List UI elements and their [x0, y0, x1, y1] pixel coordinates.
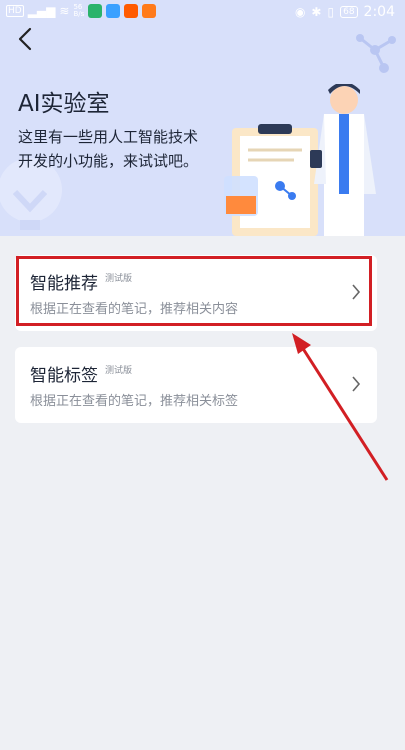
app-icon — [88, 4, 103, 18]
net-speed: 56 B/s — [73, 3, 85, 18]
beta-badge: 测试版 — [105, 366, 133, 376]
vibrate-icon: ▯ — [327, 5, 335, 19]
hd-icon: HD — [6, 5, 24, 17]
page-description: 这里有一些用人工智能技术 开发的小功能，来试试吧。 — [18, 125, 238, 173]
taobao-icon — [124, 4, 139, 18]
smart-recommend-card[interactable]: 智能推荐 测试版 根据正在查看的笔记，推荐相关内容 — [15, 255, 377, 331]
card-description: 根据正在查看的笔记，推荐相关标签 — [30, 394, 239, 409]
status-icons-left: HD ▂▄▆ ≋ 56 B/s — [6, 3, 157, 18]
smart-tag-card[interactable]: 智能标签 测试版 根据正在查看的笔记，推荐相关标签 — [15, 347, 377, 423]
card-description: 根据正在查看的笔记，推荐相关内容 — [30, 302, 239, 317]
wifi-icon: ≋ — [59, 4, 70, 18]
back-arrow-icon[interactable] — [14, 26, 40, 52]
description-line: 开发的小功能，来试试吧。 — [18, 152, 199, 170]
description-line: 这里有一些用人工智能技术 — [18, 128, 199, 146]
status-bar: HD ▂▄▆ ≋ 56 B/s ◉ ✱ ▯ 68 2:04 — [0, 0, 405, 26]
clock: 2:04 — [363, 4, 395, 20]
card-title: 智能推荐 — [30, 274, 98, 294]
app-icon — [106, 4, 121, 18]
play-icon — [142, 4, 157, 18]
card-title: 智能标签 — [30, 366, 98, 386]
scientist-illustration-icon — [224, 84, 376, 236]
page-title: AI实验室 — [18, 91, 110, 117]
status-icons-right: ◉ ✱ ▯ 68 2:04 — [295, 4, 395, 20]
header-banner: HD ▂▄▆ ≋ 56 B/s ◉ ✱ ▯ 68 2:04 AI实验室 这里有一… — [0, 0, 405, 236]
eye-icon: ◉ — [294, 5, 306, 19]
beta-badge: 测试版 — [105, 274, 133, 284]
bluetooth-icon: ✱ — [311, 5, 322, 19]
signal-icon: ▂▄▆ — [27, 4, 56, 18]
molecule-decoration-icon — [356, 34, 396, 73]
chevron-right-icon — [352, 376, 361, 392]
battery-icon: 68 — [340, 6, 358, 18]
chevron-right-icon — [352, 284, 361, 300]
